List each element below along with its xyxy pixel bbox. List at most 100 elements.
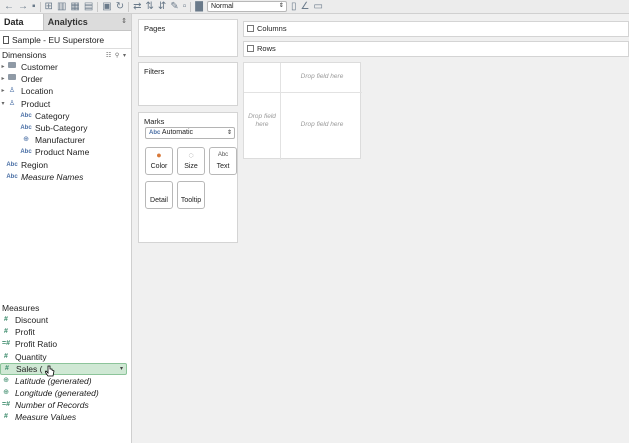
hash-icon: #: [4, 315, 8, 323]
chevron-down-icon: ⇕: [226, 130, 232, 136]
field-label: Discount: [15, 314, 49, 325]
dimensions-tools[interactable]: ☷ ⚲ ▾: [106, 52, 127, 59]
list-item[interactable]: ▸ ♙ Location: [0, 85, 131, 97]
field-label: Customer: [21, 62, 58, 73]
drop-field-rows[interactable]: Drop field here: [247, 113, 277, 129]
columns-shelf[interactable]: Columns: [243, 21, 629, 37]
field-label: Order: [21, 74, 43, 85]
fix-axes-icon[interactable]: ▯: [291, 1, 297, 13]
zoom-select[interactable]: Normal ⇕: [206, 1, 287, 12]
toolbar-divider: [39, 1, 41, 12]
size-button[interactable]: ◌ Size: [177, 147, 205, 175]
list-item[interactable]: ▾ ♙ Product: [0, 98, 131, 110]
new-datasource-icon[interactable]: ⊞: [45, 1, 53, 13]
list-item[interactable]: Abc Measure Names: [0, 171, 131, 183]
tooltip-icon: [178, 182, 204, 196]
list-item[interactable]: =# Number of Records: [0, 399, 131, 411]
toolbar-divider: [190, 1, 192, 12]
dimensions-title: Dimensions: [2, 50, 47, 60]
data-pane: Data Analytics ⇕ Sample - EU Superstore …: [0, 14, 132, 443]
zoom-select-value: Normal: [210, 3, 234, 10]
list-item[interactable]: ⊕ Manufacturer: [0, 134, 131, 146]
list-item[interactable]: Abc Product Name: [0, 146, 131, 158]
list-item[interactable]: =# Profit Ratio: [0, 338, 131, 350]
datasource-item[interactable]: Sample - EU Superstore: [0, 31, 131, 49]
worksheet-area: Pages Filters Marks Abc Automatic ⇕ ● Co…: [133, 14, 629, 443]
list-item[interactable]: # Sales (▾: [0, 362, 127, 377]
bar-chart-icon[interactable]: ▇: [195, 1, 203, 13]
color-button[interactable]: ● Color: [145, 147, 173, 175]
list-item[interactable]: # Discount: [0, 314, 131, 326]
hierarchy-icon: ⊕: [23, 136, 29, 144]
size-button-label: Size: [184, 163, 198, 170]
list-item[interactable]: Abc Category: [0, 110, 131, 122]
swap-icon[interactable]: ⇄: [133, 1, 141, 13]
field-label: Category: [35, 110, 70, 121]
list-item[interactable]: ▸ Order: [0, 73, 131, 85]
color-icon: ●: [156, 150, 162, 160]
sort-asc-icon[interactable]: ⇅: [146, 1, 154, 13]
save-icon[interactable]: ▪: [32, 1, 36, 13]
drop-field-view[interactable]: Drop field here: [284, 121, 360, 129]
field-label: Latitude (generated): [15, 375, 92, 386]
mark-type-icon: Abc: [149, 130, 161, 136]
pause-icon[interactable]: ▣: [102, 1, 111, 13]
view-canvas[interactable]: Drop field here Drop field here Drop fie…: [243, 62, 362, 160]
new-worksheet-icon[interactable]: ▥: [57, 1, 66, 13]
clear-icon[interactable]: ▤: [84, 1, 93, 13]
field-label: Region: [21, 159, 48, 170]
list-item[interactable]: Abc Region: [0, 159, 131, 171]
measures-title: Measures: [2, 302, 40, 313]
rows-shelf-label: Rows: [257, 44, 276, 53]
list-item[interactable]: # Measure Values: [0, 411, 131, 423]
list-item[interactable]: ⊕ Latitude (generated): [0, 375, 131, 387]
detail-button[interactable]: Detail: [145, 181, 173, 209]
text-icon: Abc: [217, 152, 229, 158]
sort-desc-icon[interactable]: ⇵: [158, 1, 166, 13]
pane-menu-icon[interactable]: ⇕: [121, 14, 131, 30]
rows-shelf[interactable]: Rows: [243, 41, 629, 57]
mark-type-select[interactable]: Abc Automatic ⇕: [145, 127, 235, 139]
text-button[interactable]: Abc Text: [209, 147, 237, 175]
list-item[interactable]: ▸ Customer: [0, 61, 131, 73]
pen-icon[interactable]: ∠: [300, 1, 309, 13]
field-label: Quantity: [15, 351, 47, 362]
pane-tabs: Data Analytics ⇕: [0, 14, 131, 31]
present-icon[interactable]: ▭: [313, 1, 322, 13]
label-icon[interactable]: ▫: [183, 1, 187, 13]
color-button-label: Color: [150, 163, 168, 170]
tooltip-button-label: Tooltip: [180, 197, 202, 204]
drop-field-columns[interactable]: Drop field here: [284, 73, 360, 81]
tab-analytics[interactable]: Analytics: [44, 14, 121, 30]
abc-icon: Abc: [20, 125, 32, 132]
pages-card[interactable]: Pages: [138, 19, 238, 57]
forward-arrow-icon[interactable]: →: [18, 1, 28, 13]
marks-card-title: Marks: [144, 117, 165, 126]
tooltip-button[interactable]: Tooltip: [177, 181, 205, 209]
abc-icon: Abc: [20, 149, 32, 156]
toolbar-divider: [97, 1, 99, 12]
detail-button-label: Detail: [150, 197, 168, 204]
list-item[interactable]: ⊕ Longitude (generated): [0, 387, 131, 399]
back-arrow-icon[interactable]: ←: [4, 1, 14, 13]
highlight-icon[interactable]: ✎: [170, 1, 178, 13]
duplicate-icon[interactable]: ▦: [70, 1, 79, 13]
person-icon: ♙: [8, 87, 16, 95]
refresh-icon[interactable]: ↻: [116, 1, 124, 13]
filters-card[interactable]: Filters: [138, 62, 238, 106]
hash-icon: #: [4, 328, 8, 336]
dimensions-list: ▸ Customer ▸ Order ▸ ♙ Location ▾ ♙ Product Abc Cat…: [0, 61, 131, 183]
chevron-down-icon[interactable]: ▾: [120, 363, 123, 375]
list-item[interactable]: Abc Sub-Category: [0, 122, 131, 134]
dimensions-header: Dimensions ☷ ⚲ ▾: [0, 49, 131, 61]
filters-card-title: Filters: [144, 67, 165, 76]
list-item[interactable]: # Profit: [0, 326, 131, 338]
toolbar-divider: [128, 1, 130, 12]
list-item[interactable]: # Quantity: [0, 350, 131, 362]
field-label: Measure Values: [15, 412, 77, 423]
abc-icon: Abc: [20, 112, 32, 119]
tab-data[interactable]: Data: [0, 14, 44, 30]
datasource-name: Sample - EU Superstore: [12, 35, 105, 45]
toolbar: ← → ▪ ⊞ ▥ ▦ ▤ ▣ ↻ ⇄ ⇅ ⇵ ✎ ▫ ▇ Normal ⇕ ▯…: [0, 0, 629, 14]
chevron-down-icon: ⇕: [278, 3, 284, 9]
